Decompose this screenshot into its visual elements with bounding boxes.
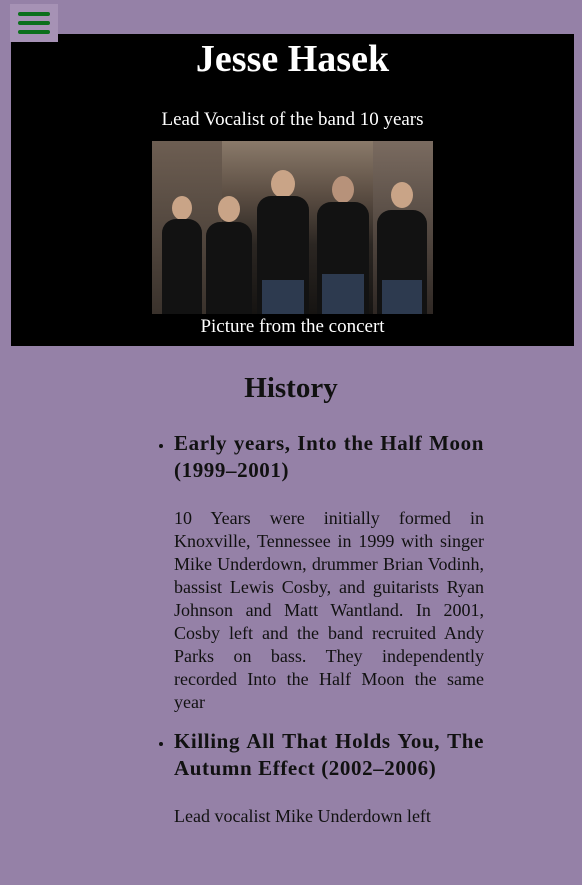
history-heading: History (244, 372, 338, 404)
photo-caption: Picture from the concert (200, 316, 385, 337)
band-member-1 (160, 164, 204, 314)
hamburger-menu-button[interactable] (10, 4, 58, 42)
era-title: Early years, Into the Half Moon (1999–20… (174, 431, 484, 482)
band-member-5 (374, 164, 430, 314)
era-title: Killing All That Holds You, The Autumn E… (174, 729, 484, 780)
page-title: Jesse Hasek (195, 38, 390, 80)
hamburger-menu-icon-bar (18, 21, 50, 25)
page-subtitle: Lead Vocalist of the band 10 years (161, 109, 424, 130)
band-member-2 (204, 174, 254, 314)
era-description: Lead vocalist Mike Underdown left (174, 806, 431, 826)
band-photo (152, 141, 433, 314)
era-description: 10 Years were initially formed in Knoxvi… (174, 508, 484, 712)
history-item: Early years, Into the Half Moon (1999–20… (174, 430, 484, 714)
band-member-4 (314, 164, 372, 314)
hamburger-menu-icon (18, 12, 50, 16)
history-item: Killing All That Holds You, The Autumn E… (174, 728, 484, 828)
hamburger-menu-icon-bar (18, 30, 50, 34)
history-list: Early years, Into the Half Moon (1999–20… (152, 430, 484, 842)
hero-banner: Jesse Hasek Lead Vocalist of the band 10… (11, 34, 574, 346)
band-member-3 (254, 164, 312, 314)
